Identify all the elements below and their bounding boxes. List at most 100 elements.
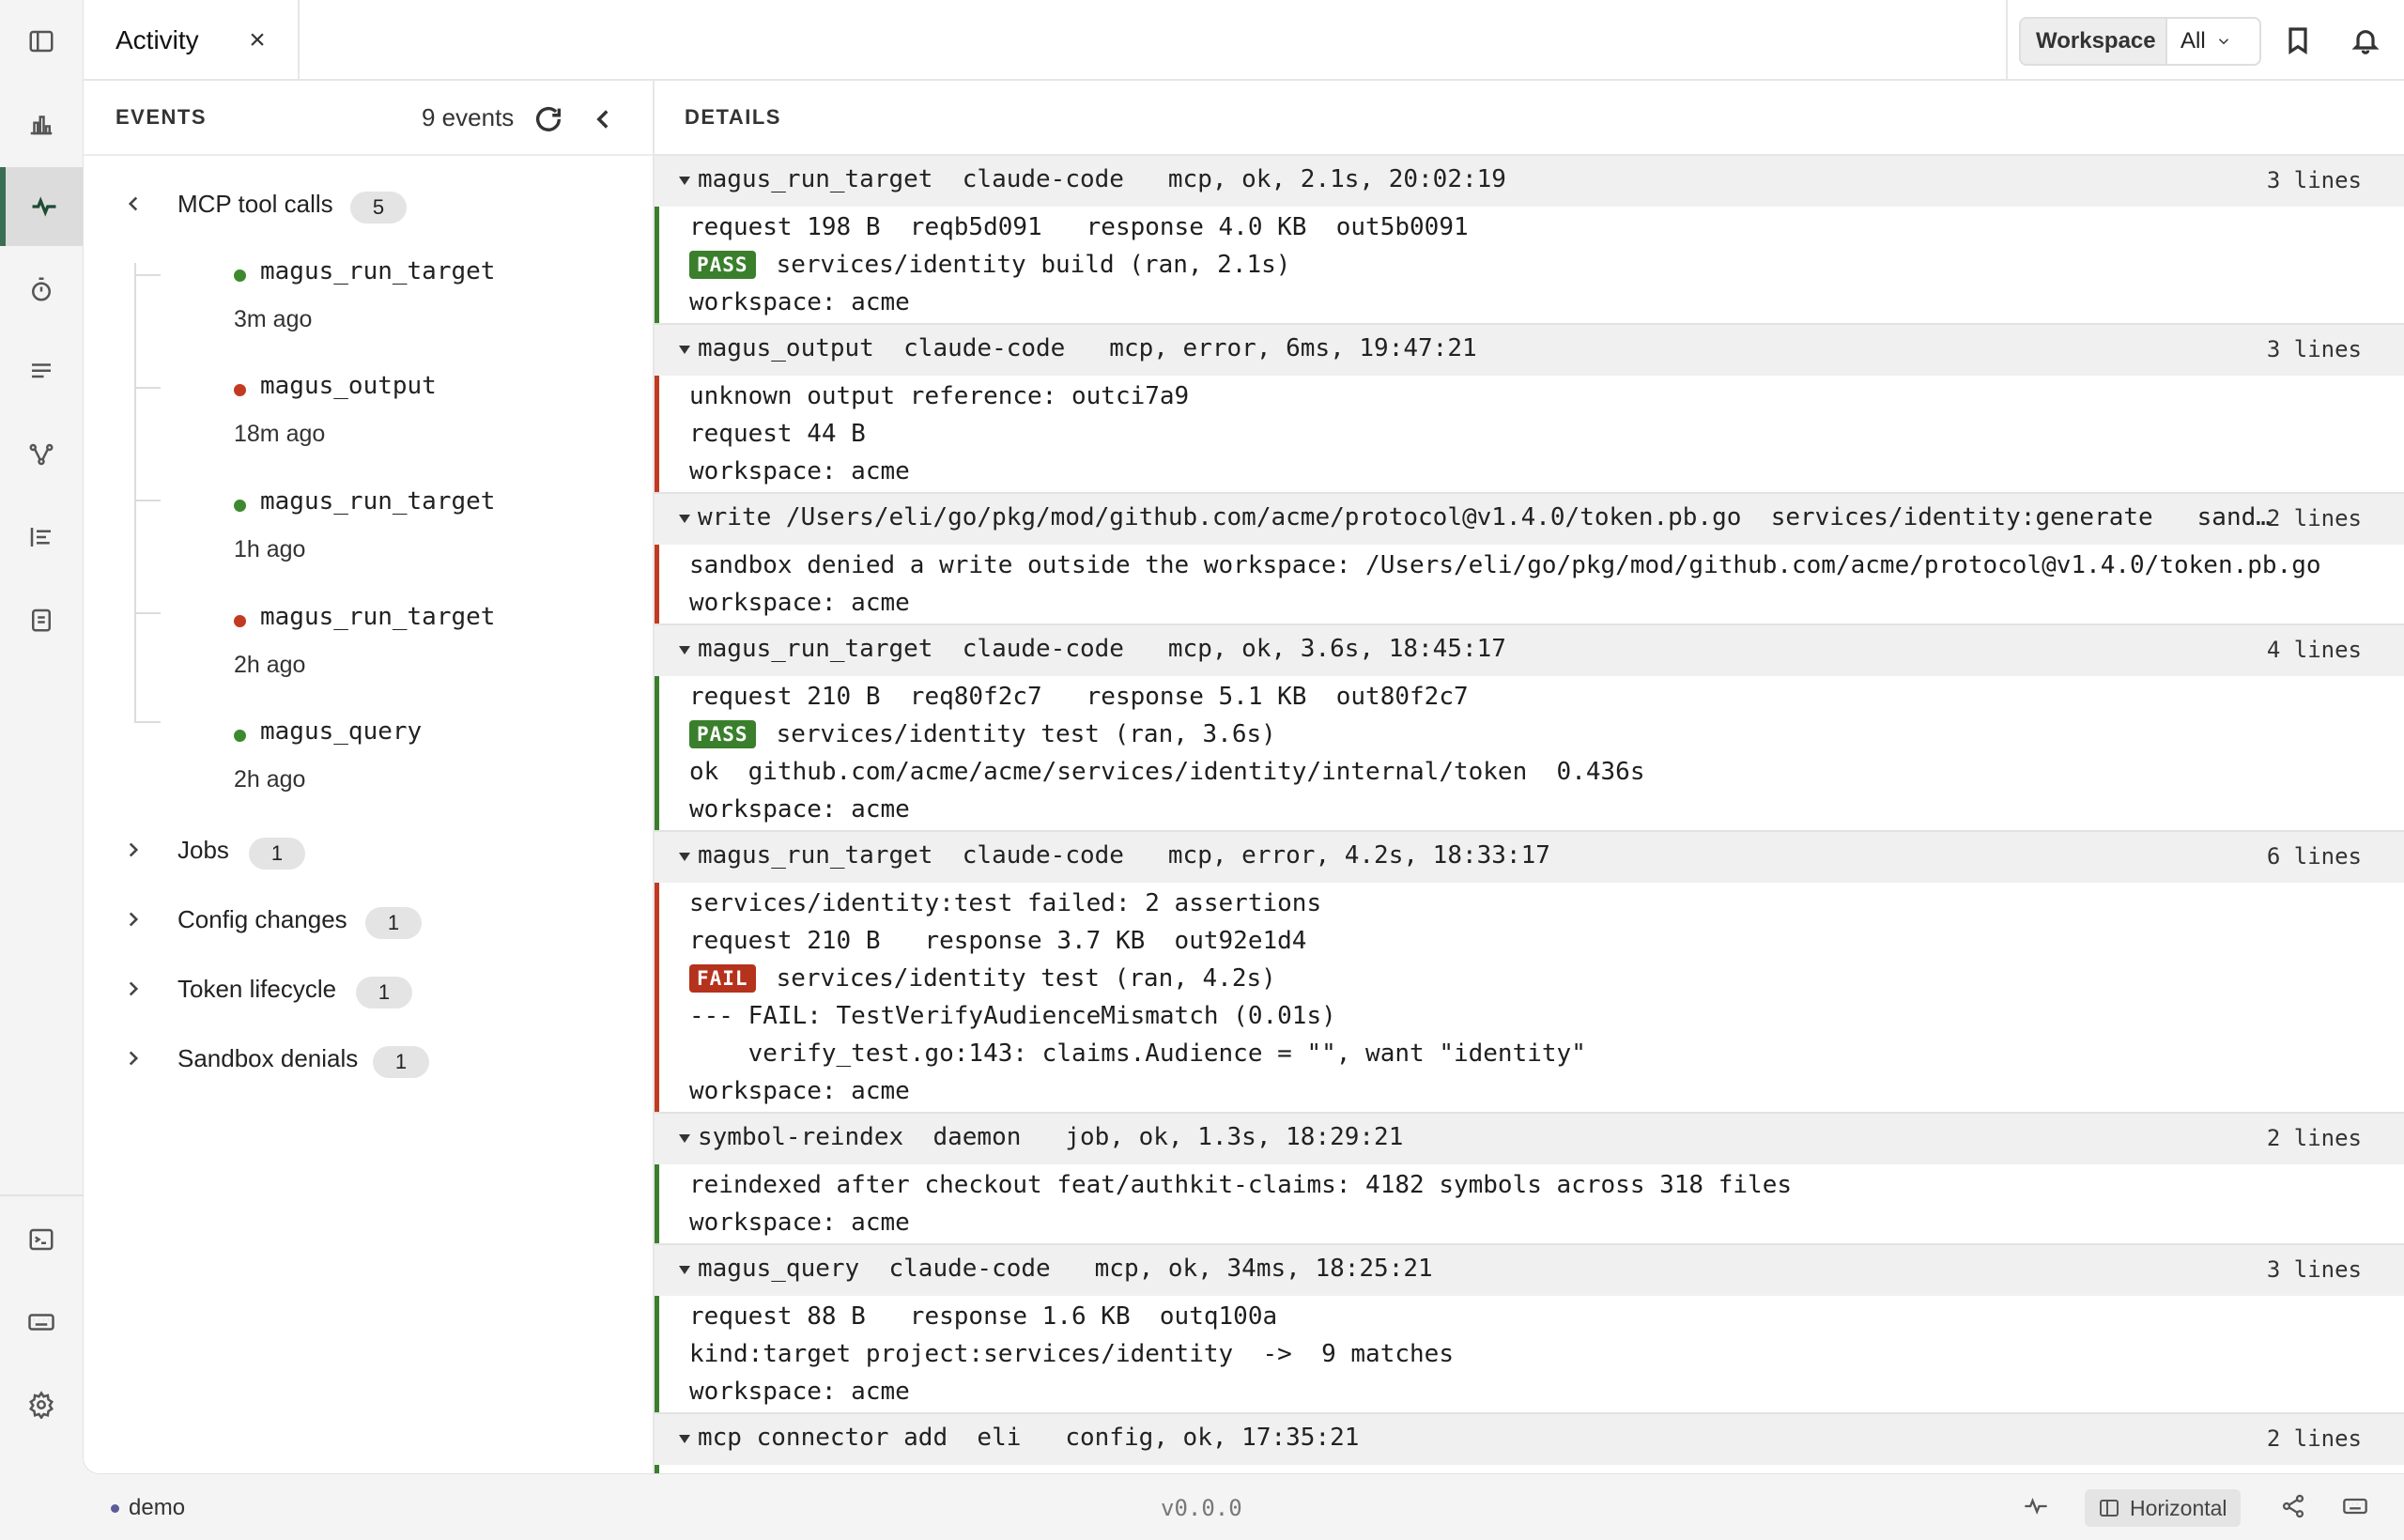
events-pane: EVENTS 9 events MCP tool calls 5 magus_r… (84, 81, 655, 1473)
collapse-panel-icon[interactable] (587, 103, 619, 135)
event-name: magus_output (260, 372, 437, 400)
group-token-lifecycle[interactable]: Token lifecycle 1 (84, 967, 647, 1012)
tab-title: Activity (116, 25, 199, 54)
version-label: v0.0.0 (1161, 1495, 1242, 1521)
keyboard-icon[interactable] (2342, 1493, 2370, 1521)
refresh-icon[interactable] (532, 103, 564, 135)
workspace-filter[interactable]: Workspace All (2019, 17, 2261, 66)
detail-line-text: request 198 B reqb5d091 response 4.0 KB … (689, 213, 1469, 241)
detail-entry-line-count: 3 lines (2266, 1256, 2362, 1283)
event-list-item[interactable]: magus_run_target 3m ago (234, 252, 628, 355)
caret-down-icon (679, 646, 690, 654)
chevron-left-icon (121, 192, 146, 216)
tree-connector-tick (134, 612, 161, 614)
close-icon[interactable]: × (243, 26, 271, 54)
detail-entry: magus_run_target claude-code mcp, ok, 3.… (655, 625, 2404, 832)
detail-line: services/identity:test failed: 2 asserti… (689, 885, 2404, 922)
detail-line-text: unknown output reference: outci7a9 (689, 382, 1190, 410)
group-jobs[interactable]: Jobs 1 (84, 828, 647, 873)
group-count-badge: 1 (356, 977, 412, 1009)
caret-down-icon (679, 346, 690, 354)
notifications-button[interactable] (2348, 23, 2383, 58)
tree-connector (134, 263, 136, 721)
detail-entry-header[interactable]: mcp connector add eli config, ok, 17:35:… (655, 1414, 2404, 1465)
layout-toggle[interactable]: Horizontal (2085, 1489, 2241, 1527)
detail-line-text: workspace: acme (689, 1209, 910, 1237)
detail-entry-line-count: 3 lines (2266, 336, 2362, 362)
detail-line-text: request 210 B response 3.7 KB out92e1d4 (689, 927, 1307, 955)
details-list: magus_run_target claude-code mcp, ok, 2.… (655, 156, 2404, 1473)
detail-line: workspace: acme (689, 1204, 2404, 1241)
detail-line-text: --- FAIL: TestVerifyAudienceMismatch (0.… (689, 1002, 1336, 1030)
workspace-select[interactable]: All (2167, 19, 2232, 64)
main-panel: Activity × Workspace All EVENTS 9 events (83, 0, 2404, 1474)
status-dot-error (234, 615, 246, 627)
group-label: Config changes (177, 905, 347, 933)
rail-item-terminal[interactable] (0, 1200, 83, 1279)
group-label: Sandbox denials (177, 1044, 359, 1072)
detail-entry: symbol-reindex daemon job, ok, 1.3s, 18:… (655, 1114, 2404, 1245)
pass-badge: PASS (689, 720, 756, 748)
detail-line: workspace: acme (689, 1072, 2404, 1110)
group-mcp-tool-calls[interactable]: MCP tool calls 5 (84, 182, 647, 227)
detail-entry-header[interactable]: write /Users/eli/go/pkg/mod/github.com/a… (655, 494, 2404, 545)
event-list-item[interactable]: magus_run_target 1h ago (234, 482, 628, 585)
details-title: DETAILS (685, 105, 781, 129)
detail-line: added connector token "lastmcp" (expires… (689, 1467, 2404, 1473)
chevron-right-icon (121, 838, 146, 862)
workspace-indicator[interactable]: demo (111, 1495, 185, 1521)
chevron-right-icon (121, 907, 146, 932)
events-header: EVENTS 9 events (84, 81, 653, 156)
caret-down-icon (679, 853, 690, 861)
event-list-item[interactable]: magus_query 2h ago (234, 712, 628, 815)
bookmark-icon (2288, 27, 2307, 54)
detail-line: request 210 B response 3.7 KB out92e1d4 (689, 922, 2404, 960)
rail-item-settings[interactable] (0, 1365, 83, 1444)
event-list-item[interactable]: magus_output 18m ago (234, 366, 628, 470)
detail-entry-line-count: 2 lines (2266, 1425, 2362, 1452)
rail-item-activity[interactable] (0, 167, 83, 246)
event-name: magus_run_target (260, 487, 496, 516)
rail-item-timers[interactable] (0, 250, 83, 329)
detail-entry-header[interactable]: symbol-reindex daemon job, ok, 1.3s, 18:… (655, 1114, 2404, 1164)
rail-item-timeline[interactable] (0, 498, 83, 577)
tab-activity[interactable]: Activity × (84, 0, 300, 81)
group-label: Token lifecycle (177, 975, 337, 1003)
group-config-changes[interactable]: Config changes 1 (84, 898, 647, 943)
rail-item-reports[interactable] (0, 580, 83, 659)
share-icon[interactable] (2280, 1493, 2308, 1521)
terminal-icon (29, 1228, 54, 1251)
detail-entry-header[interactable]: magus_output claude-code mcp, error, 6ms… (655, 325, 2404, 376)
detail-entry-header[interactable]: magus_run_target claude-code mcp, ok, 3.… (655, 625, 2404, 676)
group-count-badge: 1 (373, 1046, 429, 1078)
group-sandbox-denials[interactable]: Sandbox denials 1 (84, 1037, 647, 1082)
caret-down-icon (679, 515, 690, 523)
events-count: 9 events (422, 103, 515, 131)
detail-entry-title: write /Users/eli/go/pkg/mod/github.com/a… (698, 503, 2285, 531)
rail-item-stats[interactable] (0, 85, 83, 163)
pulse-icon[interactable] (2023, 1493, 2051, 1521)
detail-entry-header[interactable]: magus_run_target claude-code mcp, error,… (655, 832, 2404, 883)
detail-line-text: request 44 B (689, 420, 866, 448)
detail-entry-header[interactable]: magus_query claude-code mcp, ok, 34ms, 1… (655, 1245, 2404, 1296)
bookmark-button[interactable] (2280, 23, 2316, 58)
detail-entry-title: magus_run_target claude-code mcp, error,… (698, 841, 1550, 870)
status-dot-error (234, 384, 246, 396)
caret-down-icon (679, 1266, 690, 1274)
event-list-item[interactable]: magus_run_target 2h ago (234, 597, 628, 701)
detail-entry: magus_output claude-code mcp, error, 6ms… (655, 325, 2404, 494)
rail-item-graph[interactable] (0, 415, 83, 494)
group-label: MCP tool calls (177, 190, 333, 218)
detail-line: request 44 B (689, 415, 2404, 453)
activity-icon (32, 196, 56, 217)
detail-line: workspace: acme (689, 284, 2404, 321)
sidebar-toggle-button[interactable] (0, 2, 83, 81)
detail-entry-header[interactable]: magus_run_target claude-code mcp, ok, 2.… (655, 156, 2404, 207)
graph-icon (29, 443, 54, 466)
list-icon (32, 363, 51, 378)
chevron-down-icon (2218, 38, 2228, 45)
pass-badge: PASS (689, 251, 756, 279)
rail-item-logs[interactable] (0, 332, 83, 411)
rail-item-keyboard[interactable] (0, 1283, 83, 1362)
event-name: magus_query (260, 717, 423, 746)
